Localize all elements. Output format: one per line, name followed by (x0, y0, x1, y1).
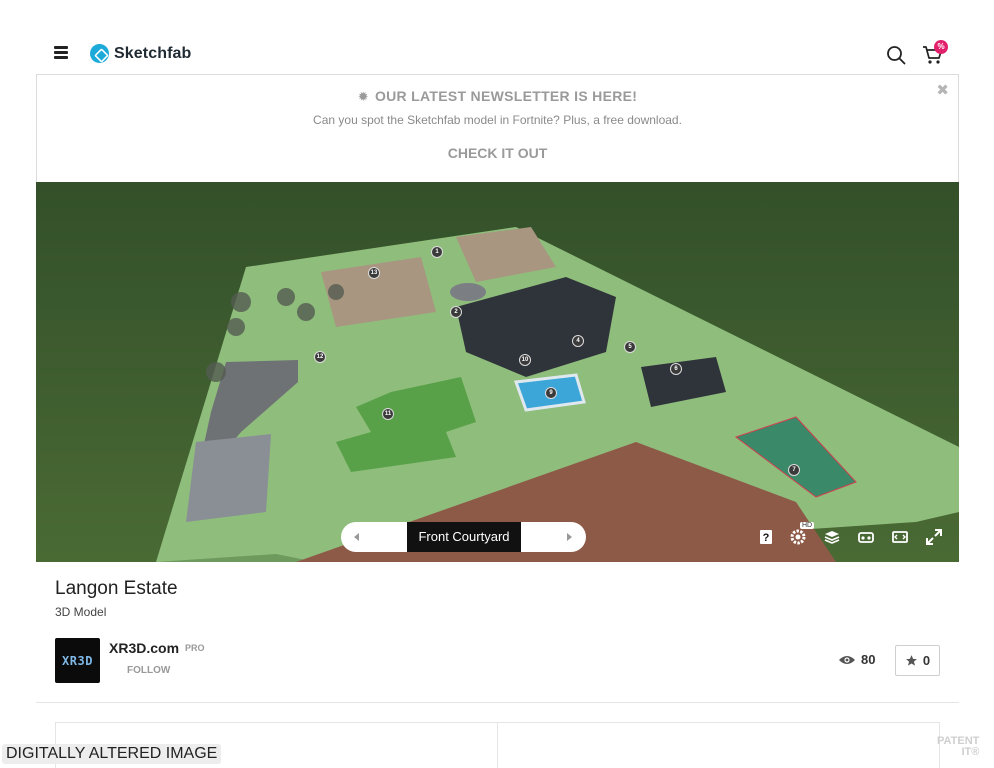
cart-badge: % (934, 40, 948, 54)
annotation-marker[interactable]: 9 (545, 387, 557, 399)
corner-watermark: PATENT IT® (937, 735, 980, 758)
author-name[interactable]: XR3D.com (109, 640, 179, 656)
site-header: Sketchfab % (0, 0, 994, 74)
avatar-text: XR3D (62, 653, 93, 668)
banner-title: OUR LATEST NEWSLETTER IS HERE! (374, 88, 638, 104)
newsletter-banner: ✖ ✹ OUR LATEST NEWSLETTER IS HERE! Can yo… (36, 74, 959, 182)
model-title: Langon Estate (55, 578, 178, 599)
eye-icon (839, 655, 855, 664)
view-count: 80 (838, 652, 875, 667)
estate-scene[interactable] (36, 182, 959, 562)
annotation-marker[interactable]: 12 (314, 351, 326, 363)
model-viewer[interactable]: 1 2 4 5 6 7 9 10 11 12 13 Front Courtyar… (36, 182, 959, 562)
newsletter-icon: ✹ (357, 89, 369, 104)
star-icon (905, 655, 917, 666)
banner-title-row: ✹ OUR LATEST NEWSLETTER IS HERE! (37, 88, 958, 105)
pro-badge: PRO (185, 643, 205, 653)
annotation-marker[interactable]: 4 (572, 335, 584, 347)
follow-button[interactable]: FOLLOW (127, 665, 170, 676)
annotation-marker[interactable]: 7 (788, 464, 800, 476)
annotation-marker[interactable]: 1 (431, 246, 443, 258)
model-type: 3D Model (55, 605, 107, 619)
annotation-marker[interactable]: 13 (368, 267, 380, 279)
panel-split (497, 723, 498, 768)
fullscreen-icon[interactable] (926, 529, 942, 545)
annotation-marker[interactable]: 11 (382, 408, 394, 420)
hamburger-menu-icon[interactable] (54, 46, 68, 59)
author-avatar[interactable]: XR3D (55, 638, 100, 683)
vr-icon[interactable] (858, 529, 874, 545)
annotation-marker[interactable]: 5 (624, 341, 636, 353)
check-it-out-link[interactable]: CHECK IT OUT (37, 145, 958, 161)
layers-icon[interactable] (824, 529, 840, 545)
annotation-marker[interactable]: 2 (450, 306, 462, 318)
settings-icon[interactable] (790, 529, 806, 545)
svg-text:?: ? (763, 532, 770, 544)
like-count: 0 (922, 653, 931, 668)
section-divider (36, 702, 959, 703)
sketchfab-logo[interactable]: Sketchfab (90, 44, 191, 63)
annotation-marker[interactable]: 10 (519, 354, 531, 366)
help-icon[interactable]: ? (758, 529, 774, 545)
annotation-navigator: Front Courtyard (341, 522, 586, 552)
annotation-label: Front Courtyard (407, 522, 521, 552)
annotation-marker[interactable]: 6 (670, 363, 682, 375)
banner-subtitle: Can you spot the Sketchfab model in Fort… (313, 113, 682, 127)
brand-name: Sketchfab (114, 44, 192, 62)
hd-badge: HD (800, 522, 815, 529)
next-annotation-button[interactable] (520, 522, 586, 552)
digitally-altered-watermark: DIGITALLY ALTERED IMAGE (2, 744, 222, 764)
theater-mode-icon[interactable] (892, 529, 908, 545)
sketchfab-logo-icon (90, 44, 109, 63)
previous-annotation-button[interactable] (341, 522, 407, 552)
views-count: 80 (861, 652, 876, 667)
like-button[interactable]: 0 (895, 645, 940, 676)
search-icon[interactable] (886, 45, 906, 65)
